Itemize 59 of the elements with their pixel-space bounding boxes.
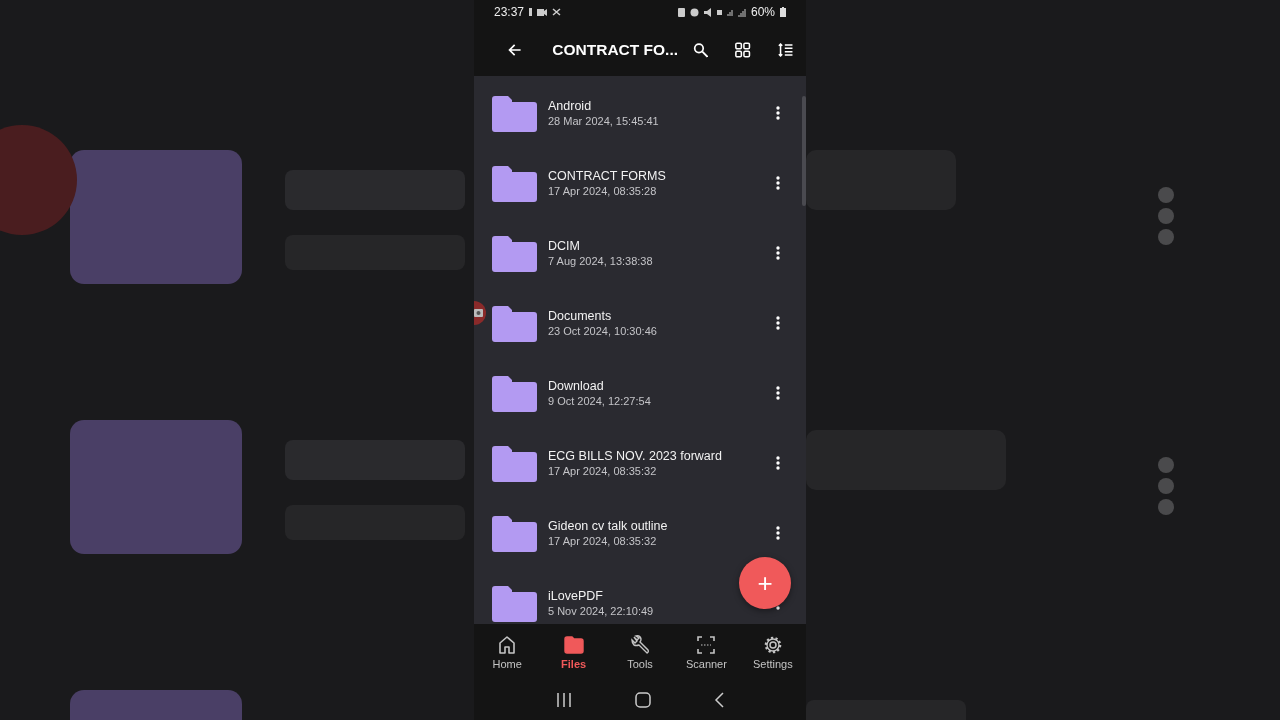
folder-icon [492,236,537,272]
folder-date: 9 Oct 2024, 12:27:54 [548,395,652,407]
more-options-icon[interactable] [776,606,780,610]
more-options-icon[interactable] [776,246,780,260]
folder-name: Gideon cv talk outline [548,519,669,533]
folder-date: 17 Apr 2024, 08:35:32 [548,535,658,547]
more-options-icon[interactable] [776,456,780,470]
folder-name: DCIM [548,239,581,253]
home-icon [497,634,518,655]
search-icon[interactable] [693,41,709,59]
folder-date: 17 Apr 2024, 08:35:28 [548,185,658,197]
folder-name: CONTRACT FORMS [548,169,667,183]
camera-icon[interactable] [474,301,488,325]
nav-tab[interactable]: Files [540,624,607,680]
wrench-icon [630,634,650,655]
folder-title: CONTRACT FO... [552,41,679,59]
alarm-icon [689,7,699,17]
folder-name: Documents [548,309,613,323]
folder-date: 5 Nov 2024, 22:10:49 [548,605,655,617]
folder-name: Android [548,99,593,113]
back-icon[interactable] [714,692,725,708]
folder-icon [492,446,537,482]
battery-icon [780,7,786,17]
nav-tab[interactable]: Scanner [673,624,740,680]
more-options-icon[interactable] [776,316,780,330]
scanner-icon [696,634,717,655]
folder-icon [492,516,537,552]
folder-icon [492,166,537,202]
missed-call-icon [552,8,562,16]
signal-icon [737,7,746,17]
more-options-icon[interactable] [776,526,780,540]
folder-date: 23 Oct 2024, 10:30:46 [548,325,658,337]
folder-name: ECG BILLS NOV. 2023 forward [548,449,723,463]
folder-icon [563,634,584,655]
recent-apps-icon[interactable] [555,693,572,707]
sort-icon[interactable] [777,42,793,58]
more-options-icon[interactable] [776,176,780,190]
home-button-icon[interactable] [635,692,651,708]
mute-icon [703,7,712,17]
folder-date: 17 Apr 2024, 08:35:32 [548,465,658,477]
more-options-icon[interactable] [776,106,780,120]
folder-icon [492,96,537,132]
folder-icon [492,586,537,622]
folder-name: iLovePDF [548,589,604,603]
battery-level: 60% [750,5,775,19]
folder-date: 28 Mar 2024, 15:45:41 [548,115,660,127]
nav-tab[interactable]: Home [474,624,541,680]
status-time: 23:37 [494,5,525,19]
video-camera-icon [537,8,548,16]
grid-view-icon[interactable] [735,41,751,59]
folder-icon [492,376,537,412]
folder-name: Download [548,379,605,393]
folder-date: 7 Aug 2024, 13:38:38 [548,255,654,267]
signal-icon [726,8,733,16]
nav-tab[interactable]: Settings [739,624,807,680]
more-options-icon[interactable] [776,386,780,400]
nav-tab[interactable]: Tools [606,624,674,680]
settings-icon [762,634,783,655]
folder-icon [492,306,537,342]
